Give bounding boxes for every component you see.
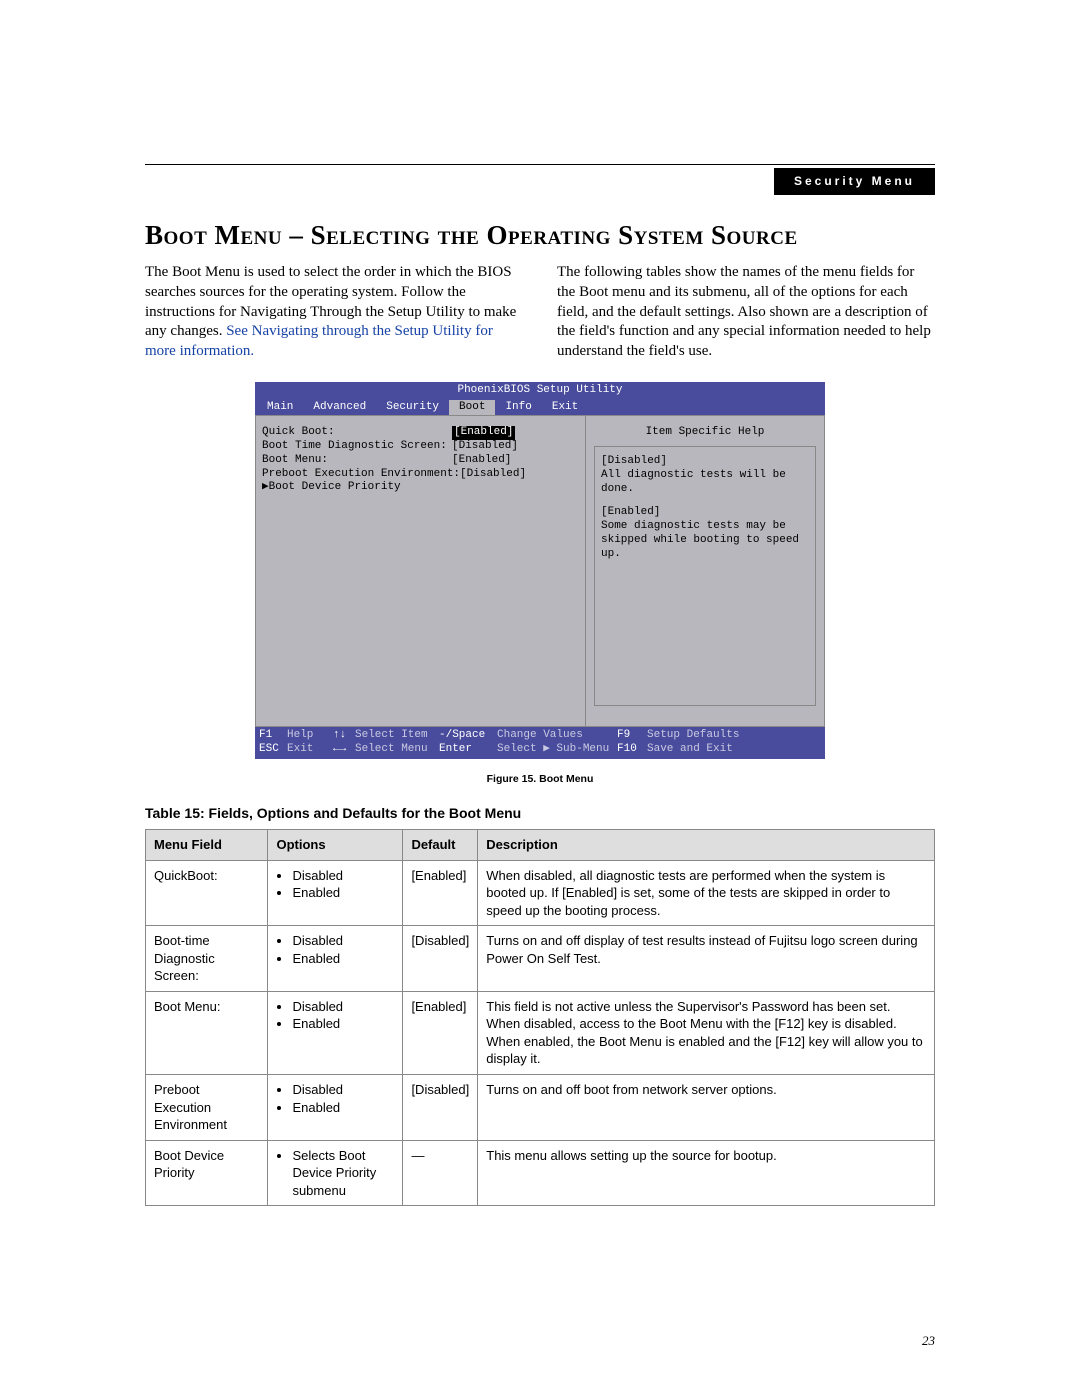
cell-field: Boot Device Priority	[146, 1140, 268, 1206]
bios-item-value: [Disabled]	[460, 468, 526, 482]
cell-description: This menu allows setting up the source f…	[478, 1140, 935, 1206]
option-item: Enabled	[292, 884, 394, 902]
cell-options: DisabledEnabled	[268, 926, 403, 992]
option-item: Disabled	[292, 1081, 394, 1099]
cell-default: [Disabled]	[403, 1075, 478, 1141]
option-item: Enabled	[292, 1099, 394, 1117]
bios-submenu[interactable]: ▶ Boot Device Priority	[262, 481, 579, 495]
cell-options: DisabledEnabled	[268, 1075, 403, 1141]
bios-help-box: [Disabled] All diagnostic tests will be …	[594, 446, 816, 706]
key-label: F9	[617, 729, 647, 743]
key-label: Enter	[439, 743, 497, 757]
bios-screenshot: PhoenixBIOS Setup Utility Main Advanced …	[255, 382, 825, 759]
cell-options: Selects Boot Device Priority submenu	[268, 1140, 403, 1206]
bios-item-value: [Enabled]	[452, 454, 511, 468]
cell-field: Boot Menu:	[146, 991, 268, 1074]
options-table: Menu Field Options Default Description Q…	[145, 829, 935, 1206]
key-label: F10	[617, 743, 647, 757]
key-action: Select Item	[355, 729, 439, 743]
key-action: Exit	[287, 743, 333, 757]
bios-title: PhoenixBIOS Setup Utility	[255, 382, 825, 400]
bios-help-text: Some diagnostic tests may be skipped whi…	[601, 520, 809, 561]
cell-default: —	[403, 1140, 478, 1206]
cell-field: Boot-time Diagnostic Screen:	[146, 926, 268, 992]
option-item: Enabled	[292, 1015, 394, 1033]
cell-options: DisabledEnabled	[268, 860, 403, 926]
key-action: Select ▶ Sub-Menu	[497, 743, 617, 757]
key-label: -/Space	[439, 729, 497, 743]
bios-item-value: [Disabled]	[452, 440, 518, 454]
intro-col2-text: The following tables show the names of t…	[557, 264, 931, 359]
th-options: Options	[268, 829, 403, 860]
bios-item[interactable]: Quick Boot: [Enabled]	[262, 426, 579, 440]
page-title: Boot Menu – Selecting the Operating Syst…	[145, 220, 935, 251]
cell-field: Preboot Execution Environment	[146, 1075, 268, 1141]
bios-tab-info[interactable]: Info	[495, 400, 541, 416]
bios-item-value: [Enabled]	[452, 426, 515, 440]
bios-tab-boot[interactable]: Boot	[449, 400, 495, 416]
bios-item-label: Boot Menu:	[262, 454, 452, 468]
key-label: ↑↓	[333, 729, 355, 743]
bios-item-label: Quick Boot:	[262, 426, 452, 440]
figure-caption: Figure 15. Boot Menu	[145, 773, 935, 785]
key-label: ESC	[259, 743, 287, 757]
cell-field: QuickBoot:	[146, 860, 268, 926]
th-description: Description	[478, 829, 935, 860]
cell-description: Turns on and off display of test results…	[478, 926, 935, 992]
key-action: Select Menu	[355, 743, 439, 757]
bios-help-text: All diagnostic tests will be done.	[601, 469, 809, 497]
cell-options: DisabledEnabled	[268, 991, 403, 1074]
option-item: Disabled	[292, 867, 394, 885]
bios-tab-security[interactable]: Security	[376, 400, 449, 416]
bios-tab-advanced[interactable]: Advanced	[303, 400, 376, 416]
cell-default: [Enabled]	[403, 860, 478, 926]
header-section-tag: Security Menu	[774, 168, 935, 195]
option-item: Disabled	[292, 998, 394, 1016]
th-default: Default	[403, 829, 478, 860]
bios-item[interactable]: Boot Menu: [Enabled]	[262, 454, 579, 468]
bios-help-title: Item Specific Help	[594, 426, 816, 440]
key-label: ←→	[333, 743, 355, 757]
bios-item-label: Preboot Execution Environment:	[262, 468, 460, 482]
bios-menubar: Main Advanced Security Boot Info Exit	[255, 400, 825, 416]
bios-tab-main[interactable]: Main	[257, 400, 303, 416]
bios-submenu-label: Boot Device Priority	[269, 481, 401, 495]
cell-default: [Disabled]	[403, 926, 478, 992]
bios-tab-exit[interactable]: Exit	[542, 400, 588, 416]
option-item: Enabled	[292, 950, 394, 968]
table-row: Boot Menu:DisabledEnabled[Enabled]This f…	[146, 991, 935, 1074]
bios-item-label: Boot Time Diagnostic Screen:	[262, 440, 452, 454]
bios-item[interactable]: Boot Time Diagnostic Screen: [Disabled]	[262, 440, 579, 454]
key-action: Setup Defaults	[647, 729, 821, 743]
bios-help-text: [Disabled]	[601, 455, 809, 469]
bios-item[interactable]: Preboot Execution Environment: [Disabled…	[262, 468, 579, 482]
key-action: Help	[287, 729, 333, 743]
cell-description: This field is not active unless the Supe…	[478, 991, 935, 1074]
option-item: Selects Boot Device Priority submenu	[292, 1147, 394, 1200]
key-action: Save and Exit	[647, 743, 821, 757]
cell-description: When disabled, all diagnostic tests are …	[478, 860, 935, 926]
bios-help-text: [Enabled]	[601, 506, 809, 520]
page-number: 23	[922, 1333, 935, 1349]
table-row: QuickBoot:DisabledEnabled[Enabled]When d…	[146, 860, 935, 926]
option-item: Disabled	[292, 932, 394, 950]
intro-columns: The Boot Menu is used to select the orde…	[145, 263, 935, 362]
cell-description: Turns on and off boot from network serve…	[478, 1075, 935, 1141]
table-row: Preboot Execution EnvironmentDisabledEna…	[146, 1075, 935, 1141]
table-row: Boot-time Diagnostic Screen:DisabledEnab…	[146, 926, 935, 992]
table-caption: Table 15: Fields, Options and Defaults f…	[145, 805, 935, 821]
th-menu-field: Menu Field	[146, 829, 268, 860]
bios-footer: F1 Help ↑↓ Select Item -/Space Change Va…	[255, 727, 825, 759]
key-label: F1	[259, 729, 287, 743]
key-action: Change Values	[497, 729, 617, 743]
table-row: Boot Device Priority Selects Boot Device …	[146, 1140, 935, 1206]
cell-default: [Enabled]	[403, 991, 478, 1074]
